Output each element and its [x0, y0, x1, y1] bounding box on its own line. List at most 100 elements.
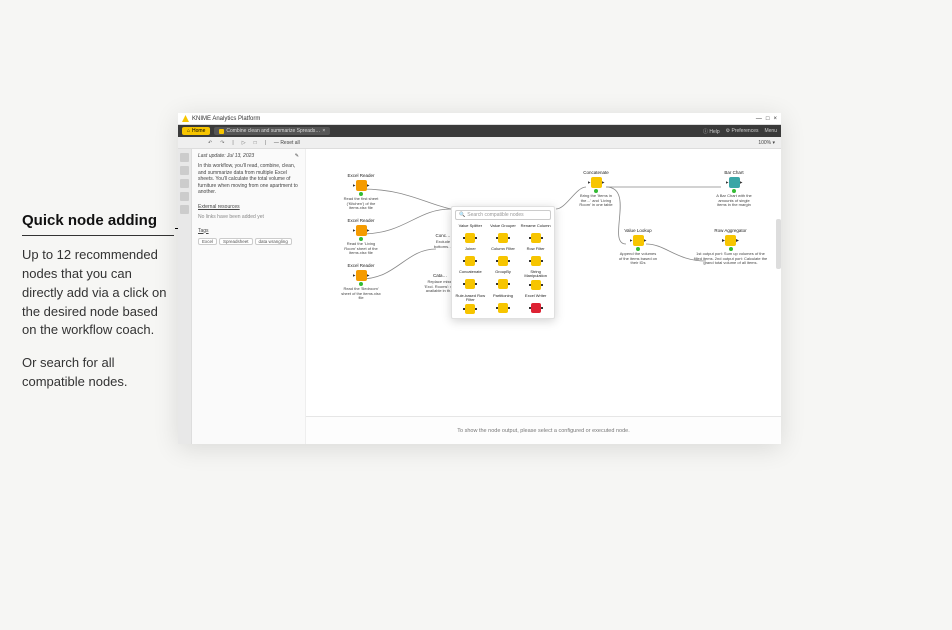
- tag-item[interactable]: Spreadsheet: [219, 238, 253, 245]
- recommended-node-item[interactable]: Value Splitter: [455, 223, 486, 244]
- status-message: To show the node output, please select a…: [457, 428, 629, 434]
- node-label: Excel Writer: [520, 294, 551, 302]
- sidebar-repository-icon[interactable]: [180, 166, 189, 175]
- toolbar-run-icon[interactable]: ▷: [242, 140, 246, 146]
- workflow-tab-icon: [219, 129, 224, 134]
- workflow-canvas[interactable]: Excel Reader Read the first sheet ('Kitc…: [306, 149, 781, 416]
- node-search-input[interactable]: 🔍 Search compatible nodes: [455, 210, 551, 220]
- top-bar: ⌂ Home Combine clean and summarize Sprea…: [178, 125, 781, 137]
- menu-link[interactable]: Menu: [764, 128, 777, 135]
- node-icon: [531, 256, 541, 266]
- tags-heading: Tags: [198, 228, 299, 234]
- sidebar-description-icon[interactable]: [180, 153, 189, 162]
- tab-close-icon[interactable]: ×: [322, 128, 325, 134]
- help-link[interactable]: ⓘ Help: [703, 128, 720, 135]
- description-panel: Last update: Jul 13, 2023 ✎ In this work…: [192, 149, 306, 444]
- node-label: Value Grouper: [488, 224, 519, 232]
- home-icon: ⌂: [187, 128, 190, 134]
- canvas-wrap: Excel Reader Read the first sheet ('Kitc…: [306, 149, 781, 444]
- excel-reader-icon: [356, 225, 367, 236]
- canvas-scrollbar[interactable]: [776, 219, 781, 269]
- node-icon: [498, 256, 508, 266]
- node-label: Row Filter: [520, 247, 551, 255]
- recommended-node-item[interactable]: String Manipulation: [520, 269, 551, 291]
- node-label: Rename Column: [520, 224, 551, 232]
- node-label: Column Filter: [488, 247, 519, 255]
- toolbar-sep2: |: [265, 140, 266, 146]
- output-status-bar: To show the node output, please select a…: [306, 416, 781, 444]
- recommended-node-item[interactable]: Row Filter: [520, 246, 551, 267]
- sidebar-ai-icon[interactable]: [180, 192, 189, 201]
- node-label: Rule-based Row Filter: [455, 294, 486, 303]
- workflow-tab[interactable]: Combine clean and summarize Spreads… ×: [214, 127, 330, 135]
- node-concatenate[interactable]: Concatenate Bring the 'Items in the…' an…: [576, 171, 616, 208]
- row-aggregator-icon: [725, 235, 736, 246]
- annotation-panel: Quick node adding Up to 12 recommended n…: [22, 212, 174, 406]
- node-value-lookup[interactable]: Value Lookup Append the volumes of the i…: [618, 229, 658, 266]
- node-row-aggregator[interactable]: Row Aggregator 1st output port: Sum up v…: [693, 229, 768, 266]
- recommended-node-item[interactable]: Joiner: [455, 246, 486, 267]
- node-excel-reader-1[interactable]: Excel Reader Read the first sheet ('Kitc…: [341, 174, 381, 211]
- recommended-node-item[interactable]: Rename Column: [520, 223, 551, 244]
- tags-container: Excel Spreadsheet data wrangling: [198, 238, 299, 245]
- recommended-node-item[interactable]: Concatenate: [455, 269, 486, 291]
- preferences-link[interactable]: ⚙ Preferences: [726, 128, 759, 135]
- node-label: String Manipulation: [520, 270, 551, 279]
- window-maximize-button[interactable]: □: [766, 116, 770, 122]
- recommended-node-item[interactable]: Excel Writer: [520, 293, 551, 315]
- node-icon: [498, 233, 508, 243]
- node-excel-reader-3[interactable]: Excel Reader Read the 'Bedroom' sheet of…: [341, 264, 381, 301]
- edit-desc-icon[interactable]: ✎: [295, 153, 299, 159]
- sidebar-monitor-icon[interactable]: [180, 179, 189, 188]
- window-titlebar: KNIME Analytics Platform — □ ×: [178, 113, 781, 125]
- tag-item[interactable]: Excel: [198, 238, 217, 245]
- window-title: KNIME Analytics Platform: [192, 116, 260, 122]
- node-icon: [531, 233, 541, 243]
- toolbar-sep: |: [232, 140, 233, 146]
- annotation-p1: Up to 12 recommended nodes that you can …: [22, 246, 174, 340]
- toolbar: ↶ ↷ | ▷ □ | — Reset all 100% ▾: [178, 137, 781, 149]
- node-label: GroupBy: [488, 270, 519, 278]
- recommended-node-item[interactable]: GroupBy: [488, 269, 519, 291]
- sidebar-rail: [178, 149, 192, 444]
- node-excel-reader-2[interactable]: Excel Reader Read the 'Living Room' shee…: [341, 219, 381, 256]
- tag-item[interactable]: data wrangling: [255, 238, 292, 245]
- workflow-description: In this workflow, you'll read, combine, …: [198, 163, 299, 196]
- node-icon: [465, 279, 475, 289]
- excel-reader-icon: [356, 180, 367, 191]
- sidebar-settings-icon[interactable]: [180, 205, 189, 214]
- excel-reader-icon: [356, 270, 367, 281]
- node-icon: [531, 280, 541, 290]
- node-label: Value Splitter: [455, 224, 486, 232]
- node-label: Joiner: [455, 247, 486, 255]
- node-label: Concatenate: [455, 270, 486, 278]
- recommended-nodes-grid: Value SplitterValue GrouperRename Column…: [455, 223, 551, 315]
- recommended-node-item[interactable]: Value Grouper: [488, 223, 519, 244]
- search-icon: 🔍: [459, 212, 465, 218]
- toolbar-undo-icon[interactable]: ↶: [208, 140, 212, 146]
- annotation-p2: Or search for all compatible nodes.: [22, 354, 174, 392]
- node-bar-chart[interactable]: Bar Chart A Bar Chart with the amounts o…: [714, 171, 754, 208]
- window-close-button[interactable]: ×: [773, 116, 777, 122]
- reset-all-button[interactable]: — Reset all: [274, 140, 300, 146]
- home-button[interactable]: ⌂ Home: [182, 127, 210, 135]
- content-area: Last update: Jul 13, 2023 ✎ In this work…: [178, 149, 781, 444]
- quick-add-popup: 🔍 Search compatible nodes Value Splitter…: [451, 206, 555, 319]
- toolbar-stop-icon[interactable]: □: [254, 140, 257, 146]
- knime-logo-icon: [182, 115, 189, 122]
- recommended-node-item[interactable]: Partitioning: [488, 293, 519, 315]
- window-minimize-button[interactable]: —: [756, 116, 762, 122]
- last-update-label: Last update: Jul 13, 2023: [198, 153, 254, 159]
- annotation-title: Quick node adding: [22, 212, 174, 229]
- node-label: Partitioning: [488, 294, 519, 302]
- node-icon: [465, 256, 475, 266]
- bar-chart-icon: [729, 177, 740, 188]
- recommended-node-item[interactable]: Column Filter: [488, 246, 519, 267]
- toolbar-redo-icon[interactable]: ↷: [220, 140, 224, 146]
- node-icon: [465, 233, 475, 243]
- zoom-dropdown[interactable]: 100% ▾: [758, 140, 775, 146]
- external-resources-heading: External resources: [198, 204, 299, 210]
- external-resources-note: No links have been added yet: [198, 214, 299, 220]
- recommended-node-item[interactable]: Rule-based Row Filter: [455, 293, 486, 315]
- node-icon: [498, 303, 508, 313]
